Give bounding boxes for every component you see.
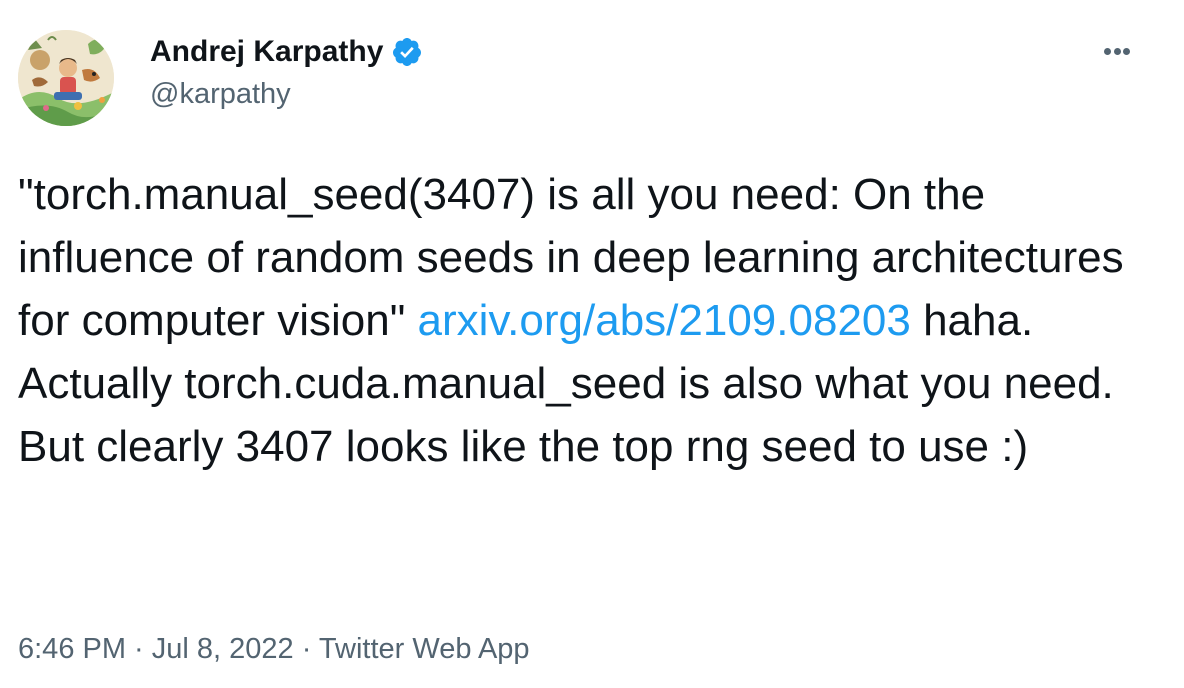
more-dot-icon [1104, 47, 1111, 55]
author-handle[interactable]: @karpathy [150, 78, 291, 111]
avatar[interactable] [18, 30, 114, 126]
meta-separator: · [126, 633, 152, 665]
author-name-row: Andrej Karpathy [150, 32, 423, 72]
tweet-text: "torch.manual_seed(3407) is all you need… [18, 163, 1168, 478]
arxiv-link[interactable]: arxiv.org/abs/2109.08203 [418, 296, 911, 345]
tweet-timestamp-date[interactable]: Jul 8, 2022 [152, 633, 294, 665]
tweet-metadata: 6:46 PM · Jul 8, 2022 · Twitter Web App [18, 633, 530, 666]
verified-badge-icon [391, 36, 423, 68]
more-options-icon[interactable] [1094, 38, 1140, 64]
tweet-source: Twitter Web App [318, 633, 530, 665]
tweet-card: Andrej Karpathy @karpathy "torch.manual_… [0, 0, 1184, 688]
meta-separator: · [293, 633, 319, 665]
illustrated-avatar-icon [18, 30, 114, 126]
author-display-name[interactable]: Andrej Karpathy [150, 35, 383, 69]
more-dot-icon [1123, 47, 1130, 55]
tweet-timestamp-time[interactable]: 6:46 PM [18, 633, 126, 665]
more-dot-icon [1113, 47, 1121, 55]
